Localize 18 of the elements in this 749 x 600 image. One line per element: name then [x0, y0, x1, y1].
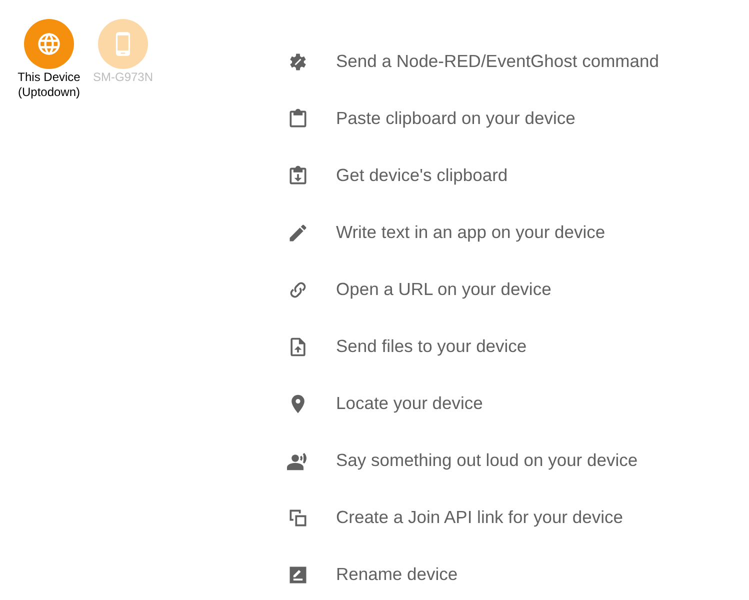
clipboard-icon	[287, 108, 309, 130]
menu-item[interactable]: Open a URL on your device	[280, 261, 675, 318]
device-name: This Device (Uptodown)	[16, 70, 82, 100]
globe-icon	[36, 31, 62, 57]
menu-item[interactable]: Create a Join API link for your device	[280, 489, 675, 546]
menu-item[interactable]: Get device's clipboard	[280, 147, 675, 204]
clipboard-download-icon	[287, 164, 309, 186]
device-name: SM-G973N	[92, 70, 154, 85]
pencil-icon	[287, 222, 309, 244]
menu-item[interactable]: Locate your device	[280, 375, 675, 432]
menu-item[interactable]: Rename device	[280, 546, 675, 600]
menu-item[interactable]: Send files to your device	[280, 318, 675, 375]
device-button[interactable]	[24, 19, 74, 69]
menu-item[interactable]: Send a Node-RED/EventGhost command	[280, 33, 675, 90]
menu-item[interactable]: Say something out loud on your device	[280, 432, 675, 489]
menu-item[interactable]: Paste clipboard on your device	[280, 90, 675, 147]
menu-item[interactable]: Write text in an app on your device	[280, 204, 675, 261]
device-button[interactable]	[98, 19, 148, 69]
